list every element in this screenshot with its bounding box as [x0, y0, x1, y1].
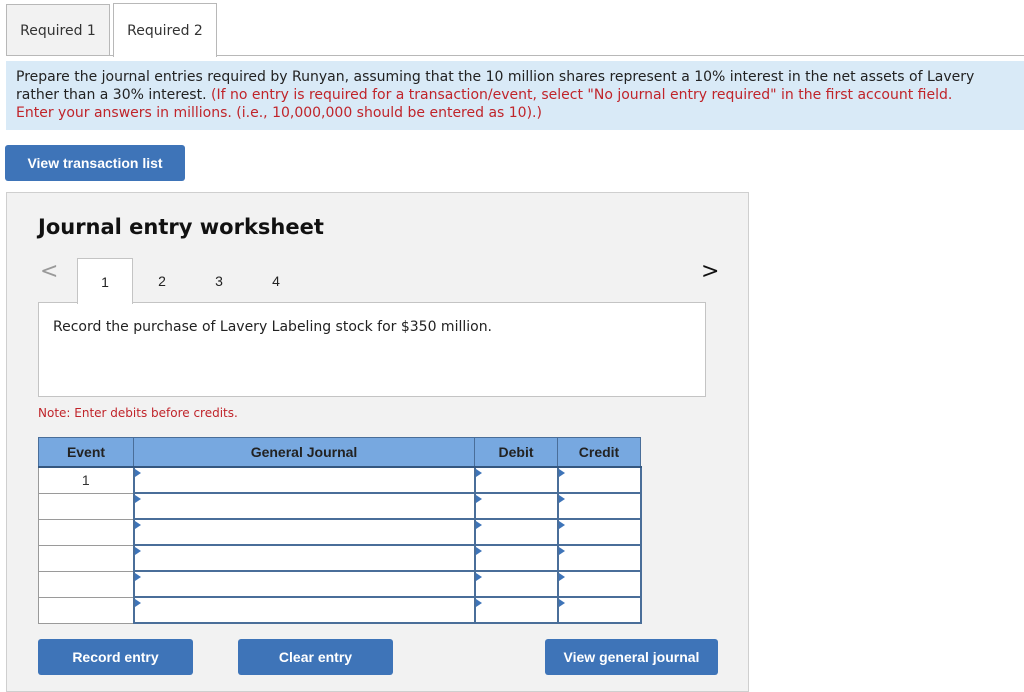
account-select[interactable]: [132, 570, 476, 598]
event-cell: [38, 492, 134, 520]
tab-required-1[interactable]: Required 1: [6, 4, 110, 56]
worksheet-page-4[interactable]: 4: [248, 258, 304, 303]
table-row: [38, 492, 642, 520]
table-row: 1: [38, 466, 642, 494]
view-transaction-list-button[interactable]: View transaction list: [5, 145, 185, 181]
instruction-line-3: Enter your answers in millions. (i.e., 1…: [16, 105, 542, 121]
event-cell: 1: [38, 466, 134, 494]
header-general-journal: General Journal: [133, 437, 475, 468]
tab-required-2[interactable]: Required 2: [113, 3, 217, 57]
clear-entry-button[interactable]: Clear entry: [238, 639, 393, 675]
debit-input[interactable]: [473, 570, 559, 598]
instruction-line-1: Prepare the journal entries required by …: [16, 69, 975, 85]
worksheet-title: Journal entry worksheet: [38, 215, 324, 239]
credit-input[interactable]: [556, 596, 642, 624]
credit-input[interactable]: [556, 492, 642, 520]
account-select[interactable]: [132, 518, 476, 546]
event-cell: [38, 544, 134, 572]
debit-input[interactable]: [473, 492, 559, 520]
debit-credit-note: Note: Enter debits before credits.: [38, 406, 238, 420]
account-select[interactable]: [132, 544, 476, 572]
instruction-hint: (If no entry is required for a transacti…: [211, 87, 953, 103]
transaction-description: Record the purchase of Lavery Labeling s…: [38, 302, 706, 397]
chevron-left-icon[interactable]: <: [40, 259, 58, 284]
header-event: Event: [38, 437, 134, 468]
worksheet-page-3[interactable]: 3: [191, 258, 247, 303]
worksheet-page-2[interactable]: 2: [134, 258, 190, 303]
table-row: [38, 596, 642, 624]
table-row: [38, 544, 642, 572]
credit-input[interactable]: [556, 518, 642, 546]
event-cell: [38, 596, 134, 624]
instruction-box: Prepare the journal entries required by …: [6, 61, 1024, 130]
debit-input[interactable]: [473, 596, 559, 624]
debit-input[interactable]: [473, 518, 559, 546]
requirement-tabs: Required 1 Required 2: [6, 3, 217, 57]
event-cell: [38, 518, 134, 546]
view-general-journal-button[interactable]: View general journal: [545, 639, 718, 675]
table-row: [38, 570, 642, 598]
debit-input[interactable]: [473, 466, 559, 494]
debit-input[interactable]: [473, 544, 559, 572]
record-entry-button[interactable]: Record entry: [38, 639, 193, 675]
chevron-right-icon[interactable]: >: [701, 259, 719, 284]
account-select[interactable]: [132, 492, 476, 520]
instruction-line-2: rather than a 30% interest. (If no entry…: [16, 86, 1014, 104]
header-credit: Credit: [557, 437, 641, 468]
header-debit: Debit: [474, 437, 558, 468]
credit-input[interactable]: [556, 544, 642, 572]
credit-input[interactable]: [556, 466, 642, 494]
worksheet-page-1[interactable]: 1: [77, 258, 133, 304]
account-select[interactable]: [132, 466, 476, 494]
journal-entry-worksheet: Journal entry worksheet < 1 2 3 4 > Reco…: [6, 192, 749, 692]
credit-input[interactable]: [556, 570, 642, 598]
event-cell: [38, 570, 134, 598]
table-row: [38, 518, 642, 546]
journal-table: Event General Journal Debit Credit 1: [38, 437, 642, 624]
account-select[interactable]: [132, 596, 476, 624]
instruction-text: rather than a 30% interest.: [16, 87, 207, 103]
